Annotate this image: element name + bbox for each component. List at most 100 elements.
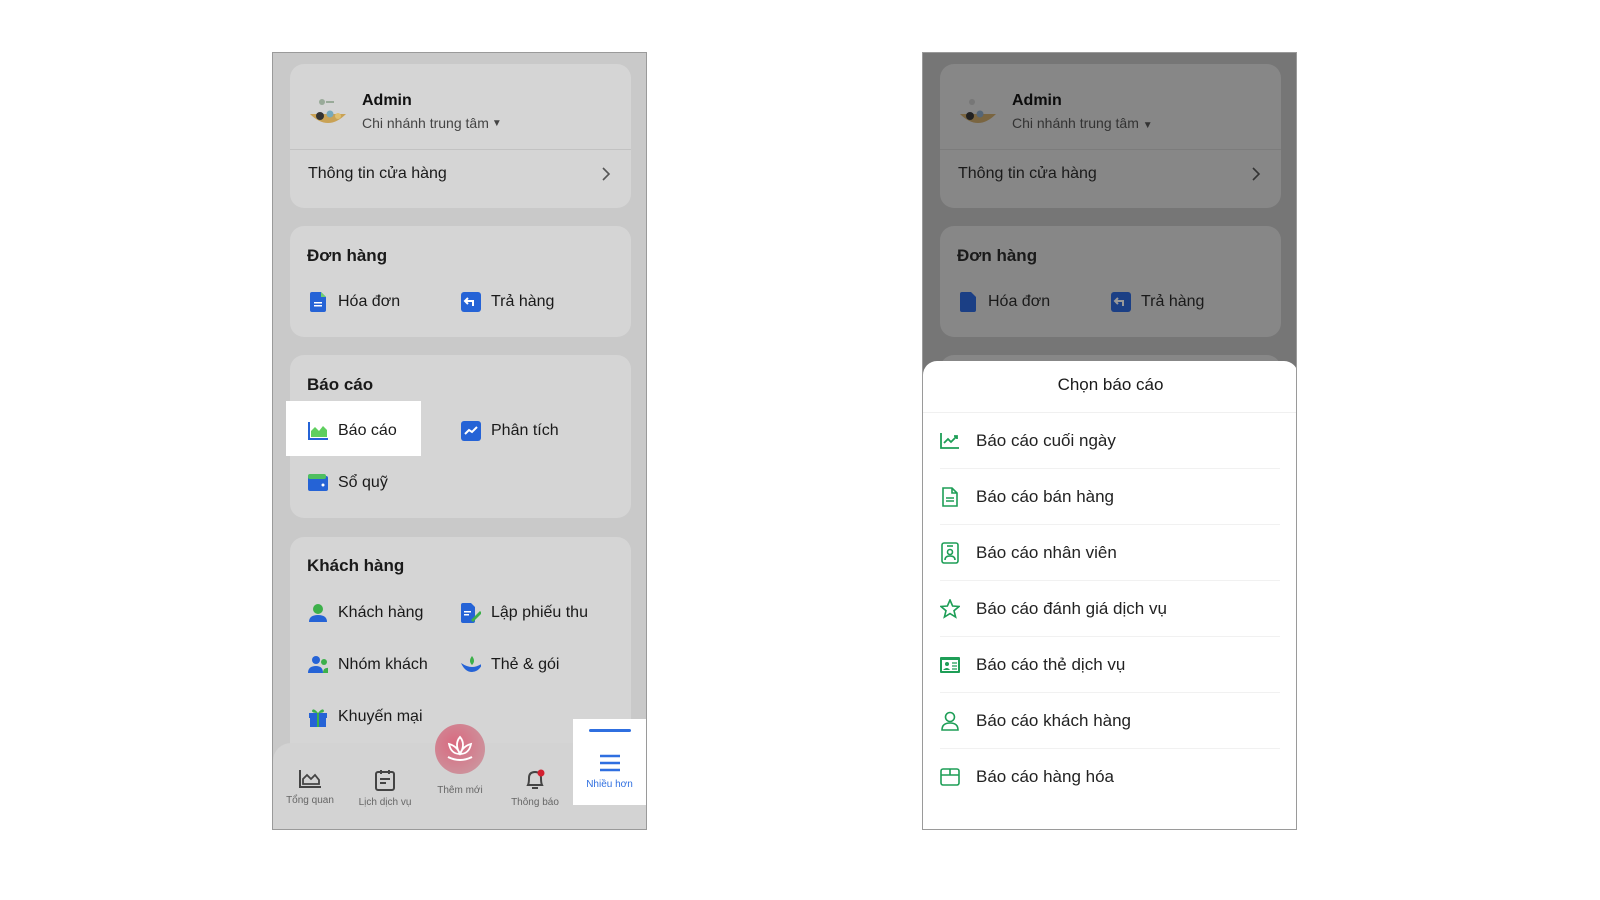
orders-title: Đơn hàng <box>307 246 388 265</box>
menu-item-reports[interactable]: Báo cáo <box>308 413 397 449</box>
receipt-edit-icon <box>461 603 481 623</box>
chevron-right-icon <box>1251 166 1261 187</box>
branch-name: Chi nhánh trung tâm <box>362 115 489 131</box>
branch-selector[interactable]: Chi nhánh trung tâm ▼ <box>362 115 502 131</box>
branch-name: Chi nhánh trung tâm <box>1012 115 1139 131</box>
group-icon <box>308 655 328 675</box>
menu-item-analytics[interactable]: Phân tích <box>461 413 559 449</box>
lotus-icon <box>447 735 473 761</box>
tab-more[interactable]: Nhiều hơn <box>573 719 646 805</box>
menu-item-label: Trả hàng <box>1141 293 1205 310</box>
calendar-icon <box>375 770 395 791</box>
report-option-end-of-day[interactable]: Báo cáo cuối ngày <box>940 413 1280 469</box>
option-label: Báo cáo đánh giá dịch vụ <box>976 598 1167 618</box>
menu-item-label: Khuyến mại <box>338 708 423 725</box>
tab-label: Nhiều hơn <box>586 779 633 790</box>
divider <box>940 149 1281 150</box>
orders-title: Đơn hàng <box>957 246 1038 265</box>
store-info-label: Thông tin cửa hàng <box>958 165 1097 182</box>
option-label: Báo cáo thẻ dịch vụ <box>976 654 1126 674</box>
menu-item-label: Thẻ & gói <box>491 656 560 673</box>
lotus-leaf-icon <box>461 655 481 675</box>
menu-item-returns[interactable]: Trả hàng <box>461 284 554 320</box>
option-label: Báo cáo khách hàng <box>976 710 1132 730</box>
return-icon <box>1111 292 1131 312</box>
menu-icon <box>599 754 620 772</box>
menu-item-returns: Trả hàng <box>1111 284 1204 320</box>
menu-item-label: Hóa đơn <box>338 293 401 310</box>
phone-report-picker: Admin Chi nhánh trung tâm ▼ Thông tin cử… <box>922 52 1297 830</box>
document-icon <box>940 486 960 507</box>
gift-icon <box>308 707 328 727</box>
tab-label: Tổng quan <box>286 795 334 806</box>
report-option-customers[interactable]: Báo cáo khách hàng <box>940 693 1280 749</box>
menu-item-label: Khách hàng <box>338 604 424 621</box>
tab-overview[interactable]: Tổng quan <box>274 743 346 829</box>
store-logo <box>308 92 348 132</box>
trend-chart-icon <box>940 431 960 451</box>
sheet-title: Chọn báo cáo <box>1057 375 1164 394</box>
option-label: Báo cáo hàng hóa <box>976 767 1115 786</box>
menu-item-label: Sổ quỹ <box>338 474 388 491</box>
reports-title: Báo cáo <box>307 375 374 394</box>
tab-label: Thêm mới <box>437 785 483 796</box>
add-new-button[interactable] <box>435 724 485 774</box>
report-picker-sheet: Chọn báo cáo Báo cáo cuối ngày Báo cáo b… <box>923 361 1296 829</box>
chevron-right-icon <box>601 166 611 187</box>
caret-down-icon: ▼ <box>491 117 502 129</box>
customers-title: Khách hàng <box>307 556 405 575</box>
option-label: Báo cáo bán hàng <box>976 486 1115 506</box>
menu-item-label: Lập phiếu thu <box>491 604 588 621</box>
report-option-service-card[interactable]: Báo cáo thẻ dịch vụ <box>940 637 1280 693</box>
user-name: Admin <box>1012 92 1062 109</box>
caret-down-icon: ▼ <box>1142 120 1153 131</box>
tab-label: Lịch dịch vụ <box>358 797 412 808</box>
report-option-sales[interactable]: Báo cáo bán hàng <box>940 469 1280 525</box>
wallet-icon <box>308 473 328 493</box>
store-card: Admin Chi nhánh trung tâm ▼ Thông tin cử… <box>290 64 631 208</box>
tab-label: Thông báo <box>511 797 559 808</box>
user-icon <box>940 711 960 731</box>
store-info-label: Thông tin cửa hàng <box>308 165 447 182</box>
menu-item-label: Phân tích <box>491 422 559 439</box>
menu-item-customer-groups[interactable]: Nhóm khách <box>308 647 428 683</box>
tab-schedule[interactable]: Lịch dịch vụ <box>349 743 421 829</box>
store-info-row[interactable]: Thông tin cửa hàng <box>290 150 631 208</box>
option-label: Báo cáo nhân viên <box>976 542 1117 562</box>
tab-notifications[interactable]: Thông báo <box>499 743 571 829</box>
id-badge-icon <box>940 541 960 564</box>
menu-item-customers[interactable]: Khách hàng <box>308 595 423 631</box>
user-name: Admin <box>362 92 412 109</box>
phone-more-menu: Admin Chi nhánh trung tâm ▼ Thông tin cử… <box>272 52 647 830</box>
invoice-icon <box>308 292 328 312</box>
report-chart-icon <box>308 421 328 441</box>
menu-item-label: Nhóm khách <box>338 656 428 673</box>
report-option-service-rating[interactable]: Báo cáo đánh giá dịch vụ <box>940 581 1280 637</box>
menu-item-label: Trả hàng <box>491 293 555 310</box>
card-icon <box>940 655 960 675</box>
bell-icon <box>526 769 545 789</box>
branch-selector: Chi nhánh trung tâm ▼ <box>1012 115 1153 131</box>
menu-item-cashbook[interactable]: Sổ quỹ <box>308 465 388 501</box>
menu-item-invoice: Hóa đơn <box>958 284 1050 320</box>
store-card: Admin Chi nhánh trung tâm ▼ Thông tin cử… <box>940 64 1281 208</box>
star-icon <box>940 598 960 619</box>
box-icon <box>940 767 960 787</box>
orders-card: Đơn hàng Hóa đơn Trả hàng <box>290 226 631 337</box>
person-icon <box>308 603 328 623</box>
report-option-staff[interactable]: Báo cáo nhân viên <box>940 525 1280 581</box>
menu-item-label: Báo cáo <box>338 422 397 439</box>
active-indicator <box>589 729 631 732</box>
menu-item-invoice[interactable]: Hóa đơn <box>308 284 400 320</box>
menu-item-label: Hóa đơn <box>988 293 1051 310</box>
return-icon <box>461 292 481 312</box>
menu-item-receipt[interactable]: Lập phiếu thu <box>461 595 588 631</box>
analytics-icon <box>461 421 481 441</box>
option-label: Báo cáo cuối ngày <box>976 430 1116 450</box>
report-option-goods[interactable]: Báo cáo hàng hóa <box>940 749 1280 805</box>
menu-item-promotions[interactable]: Khuyến mại <box>308 699 423 735</box>
store-logo <box>958 92 998 132</box>
invoice-icon <box>958 292 978 312</box>
orders-card: Đơn hàng Hóa đơn Trả hàng <box>940 226 1281 337</box>
menu-item-cards-packages[interactable]: Thẻ & gói <box>461 647 559 683</box>
